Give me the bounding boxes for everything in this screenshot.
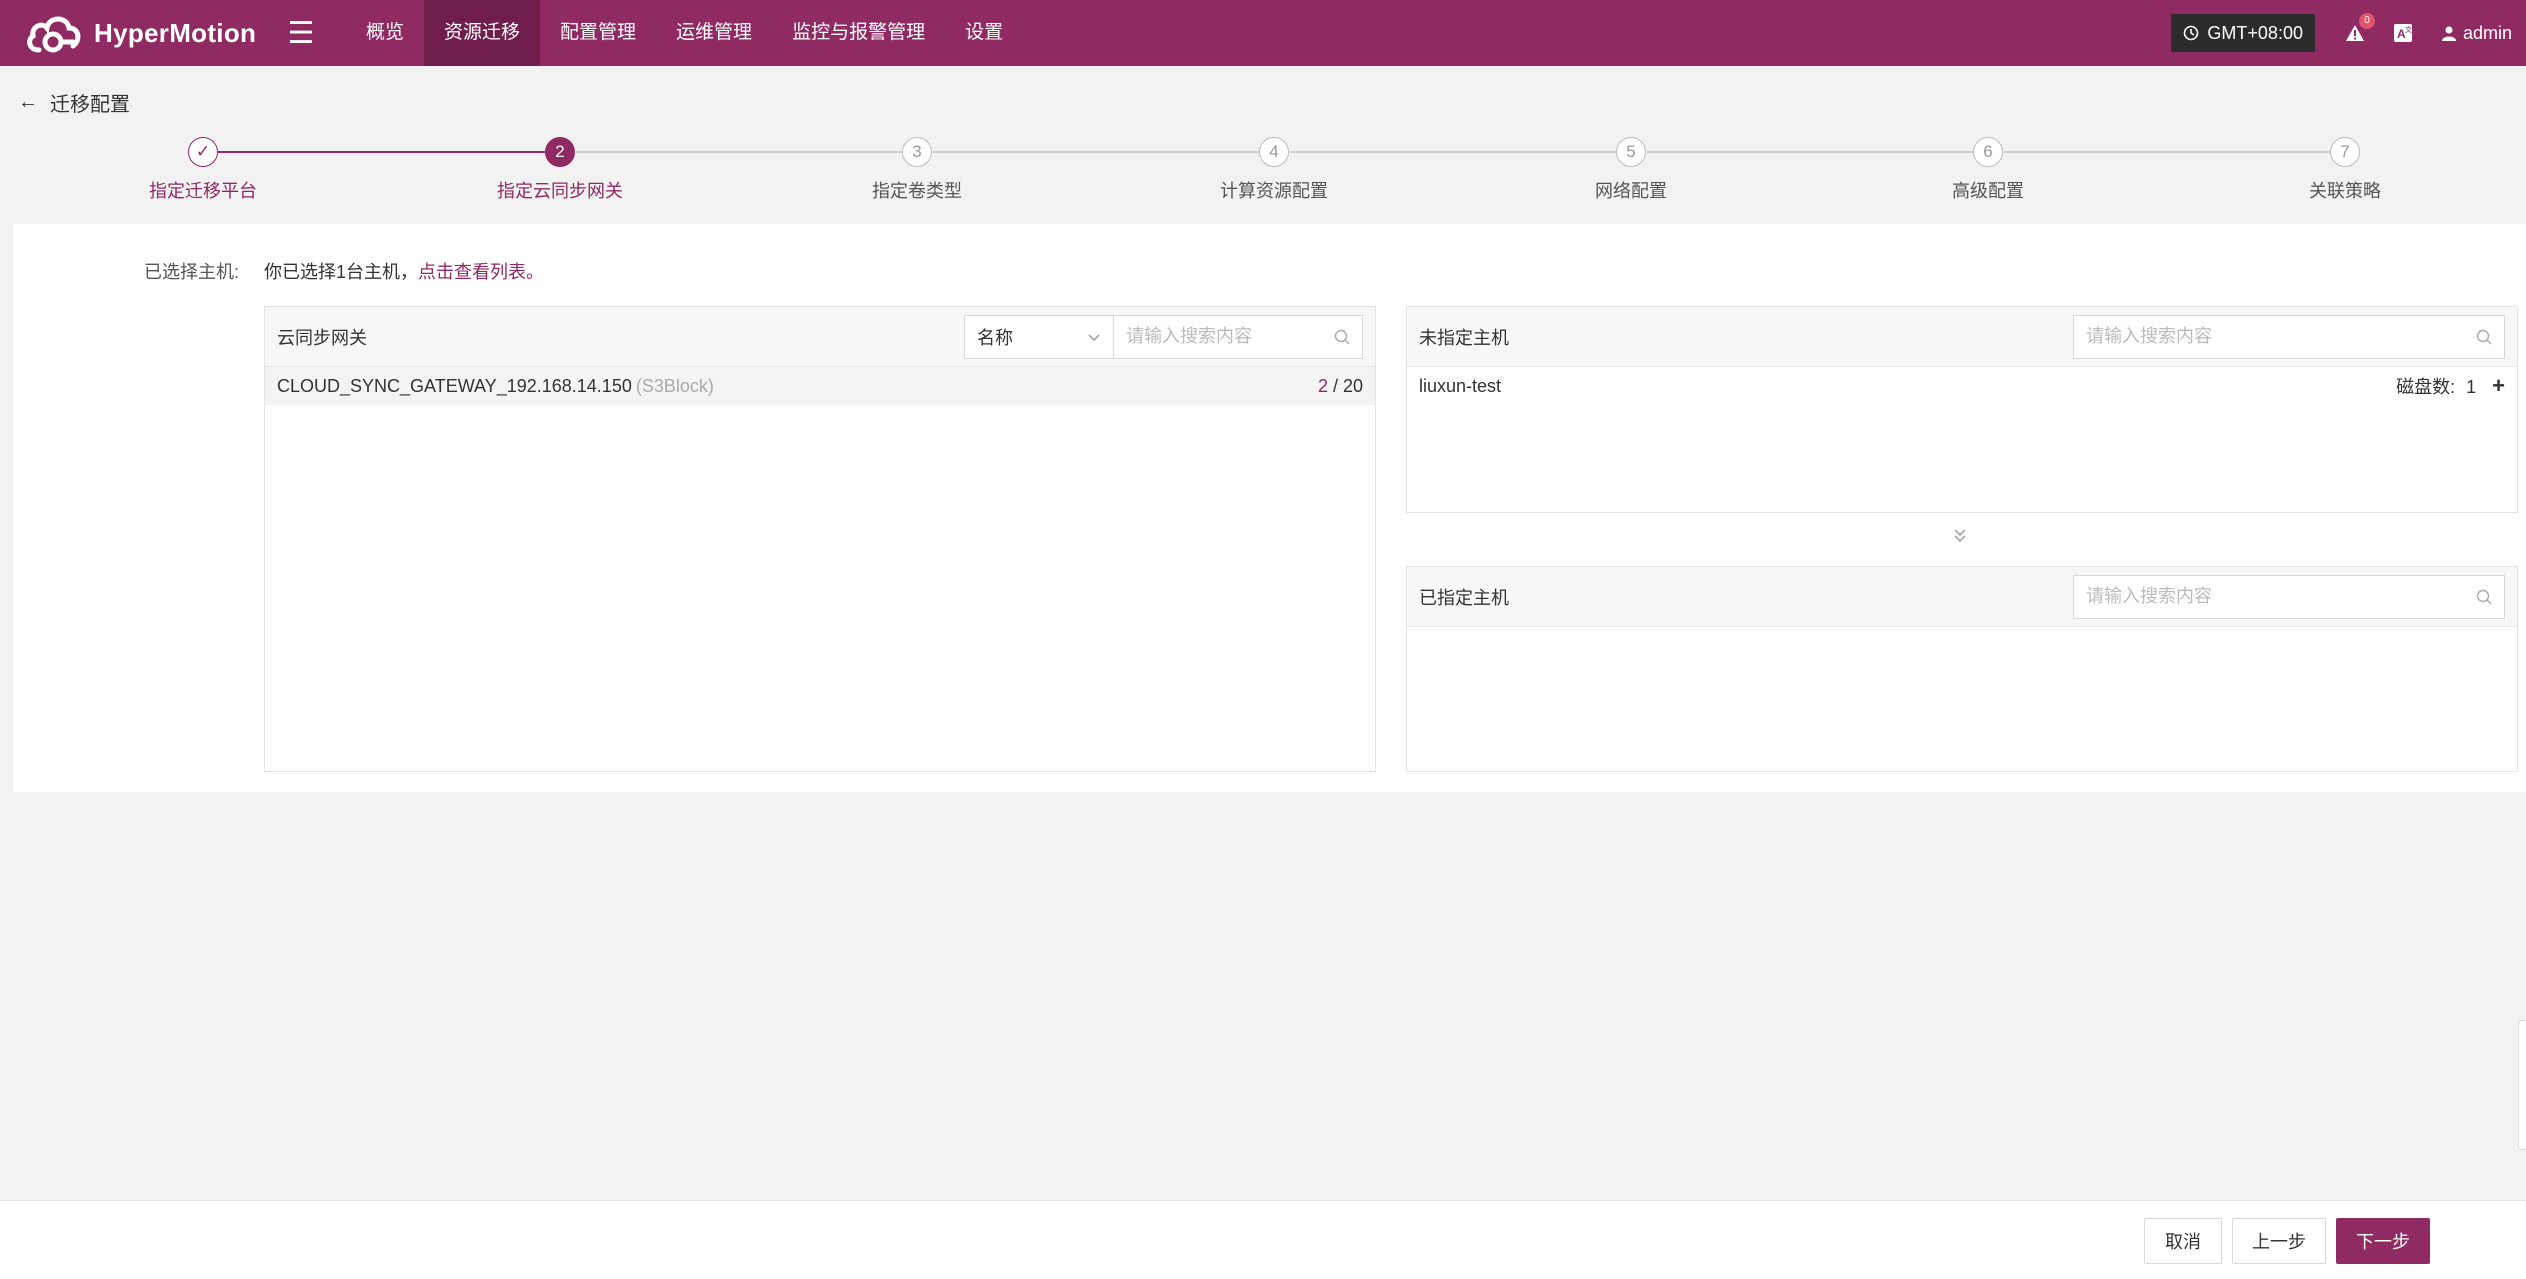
- step-number: 4: [1259, 137, 1289, 167]
- disk-count-value: 1: [2466, 377, 2477, 397]
- assigned-panel-header: 已指定主机: [1407, 567, 2517, 627]
- host-name: liuxun-test: [1419, 375, 1502, 396]
- step-number: 5: [1616, 137, 1646, 167]
- add-host-icon[interactable]: +: [2492, 373, 2505, 399]
- unassigned-search-input[interactable]: [2086, 326, 2452, 347]
- step-number: 3: [902, 137, 932, 167]
- selected-hosts-label: 已选择主机:: [144, 262, 240, 282]
- user-menu[interactable]: admin: [2441, 23, 2512, 44]
- app-name: HyperMotion: [94, 17, 257, 48]
- gateway-panel-header: 云同步网关 名称: [265, 307, 1375, 367]
- nav-item-config[interactable]: 配置管理: [540, 0, 656, 66]
- disk-count-label: 磁盘数:: [2396, 377, 2456, 397]
- step-label: 指定迁移平台: [149, 181, 257, 201]
- gateway-panel: 云同步网关 名称 CLOUD_SYNC_GATEWAY_192.168.14.1…: [264, 306, 1376, 772]
- topbar-right: GMT+08:00 0 A 文 admin: [2171, 0, 2526, 66]
- assigned-hosts-panel: 已指定主机: [1406, 566, 2518, 772]
- side-drawer-handle[interactable]: [2518, 1020, 2526, 1150]
- selected-hosts-row: 已选择主机: 你已选择1台主机， 点击查看列表。: [144, 258, 544, 284]
- chevron-down-icon: [1088, 333, 1100, 341]
- gateway-panel-title: 云同步网关: [277, 327, 367, 348]
- page-title: 迁移配置: [50, 94, 130, 116]
- step-label: 指定卷类型: [872, 181, 962, 201]
- timezone-label: GMT+08:00: [2207, 22, 2303, 43]
- gateway-row[interactable]: CLOUD_SYNC_GATEWAY_192.168.14.150 (S3Blo…: [265, 367, 1375, 405]
- username: admin: [2462, 22, 2512, 43]
- gateway-usage: 2 / 20: [1318, 376, 1363, 397]
- step-number: 2: [545, 137, 575, 167]
- step-label: 网络配置: [1595, 181, 1667, 201]
- host-row[interactable]: liuxun-test 磁盘数: 1 +: [1407, 367, 2517, 405]
- unassigned-panel-title: 未指定主机: [1419, 327, 1509, 348]
- check-icon: ✓: [188, 137, 218, 167]
- step-label: 高级配置: [1952, 181, 2024, 201]
- assigned-search-input[interactable]: [2086, 586, 2452, 607]
- footer-bar: 取消 上一步 下一步: [0, 1200, 2526, 1279]
- next-step-button[interactable]: 下一步: [2336, 1218, 2430, 1264]
- nav-item-settings[interactable]: 设置: [945, 0, 1023, 66]
- cloud-logo-icon: [22, 9, 84, 57]
- nav-item-migration[interactable]: 资源迁移: [424, 0, 541, 66]
- nav-item-overview[interactable]: 概览: [346, 0, 424, 66]
- step-1[interactable]: ✓ 指定迁移平台: [93, 134, 313, 203]
- double-chevron-down-icon[interactable]: [1950, 526, 1970, 551]
- prev-step-button[interactable]: 上一步: [2232, 1218, 2326, 1264]
- step-number: 7: [2330, 137, 2360, 167]
- step-4[interactable]: 4 计算资源配置: [1164, 134, 1384, 203]
- main-nav: 概览 资源迁移 配置管理 运维管理 监控与报警管理 设置: [346, 0, 1023, 66]
- assigned-search: [2073, 574, 2505, 619]
- filter-field-value: 名称: [977, 327, 1013, 348]
- nav-item-monitoring[interactable]: 监控与报警管理: [772, 0, 945, 66]
- view-hosts-link[interactable]: 点击查看列表。: [418, 258, 544, 284]
- step-2[interactable]: 2 指定云同步网关: [450, 134, 670, 203]
- search-icon[interactable]: [2476, 589, 2492, 605]
- alert-button[interactable]: 0: [2345, 13, 2375, 43]
- unassigned-hosts-panel: 未指定主机 liuxun-test 磁盘数: 1 +: [1406, 306, 2518, 513]
- unassigned-panel-header: 未指定主机: [1407, 307, 2517, 367]
- translate-icon: A 文: [2393, 24, 2412, 42]
- gateway-used-count: 2: [1317, 375, 1328, 396]
- gateway-search-input[interactable]: [1126, 326, 1328, 347]
- language-button[interactable]: A 文: [2393, 23, 2413, 43]
- assigned-panel-title: 已指定主机: [1419, 587, 1509, 608]
- gateway-type-tag: (S3Block): [635, 375, 714, 396]
- step-7[interactable]: 7 关联策略: [2235, 134, 2455, 203]
- nav-item-ops[interactable]: 运维管理: [656, 0, 772, 66]
- step-label: 计算资源配置: [1220, 181, 1328, 201]
- alert-count-badge: 0: [2358, 13, 2375, 29]
- cancel-button[interactable]: 取消: [2144, 1218, 2222, 1264]
- arrow-left-icon[interactable]: ←: [18, 91, 38, 114]
- timezone-selector[interactable]: GMT+08:00: [2171, 14, 2315, 52]
- gateway-search: [1113, 314, 1363, 359]
- step-label: 指定云同步网关: [497, 181, 623, 201]
- host-disk-info: 磁盘数: 1: [2396, 373, 2476, 399]
- filter-field-select[interactable]: 名称: [964, 314, 1114, 359]
- user-icon: [2441, 26, 2456, 41]
- clock-icon: [2184, 25, 2199, 41]
- search-icon[interactable]: [2476, 329, 2492, 345]
- top-navbar: HyperMotion ☰ 概览 资源迁移 配置管理 运维管理 监控与报警管理 …: [0, 0, 2526, 66]
- page-header: ← 迁移配置: [18, 88, 130, 117]
- unassigned-search: [2073, 314, 2505, 359]
- gateway-total-count: / 20: [1327, 375, 1363, 396]
- step-6[interactable]: 6 高级配置: [1878, 134, 2098, 203]
- app-logo[interactable]: HyperMotion: [22, 9, 272, 57]
- gateway-name: CLOUD_SYNC_GATEWAY_192.168.14.150: [277, 375, 632, 396]
- step-5[interactable]: 5 网络配置: [1521, 134, 1741, 203]
- wizard-steps: ✓ 指定迁移平台 2 指定云同步网关 3 指定卷类型 4 计算资源配置 5 网络…: [0, 134, 2526, 214]
- hamburger-menu-icon[interactable]: ☰: [284, 16, 318, 51]
- step-number: 6: [1973, 137, 2003, 167]
- search-icon[interactable]: [1334, 329, 1350, 345]
- svg-text:文: 文: [2405, 25, 2412, 34]
- selected-hosts-text: 你已选择1台主机，: [264, 262, 419, 282]
- step-3[interactable]: 3 指定卷类型: [807, 134, 1027, 203]
- step-label: 关联策略: [2309, 181, 2381, 201]
